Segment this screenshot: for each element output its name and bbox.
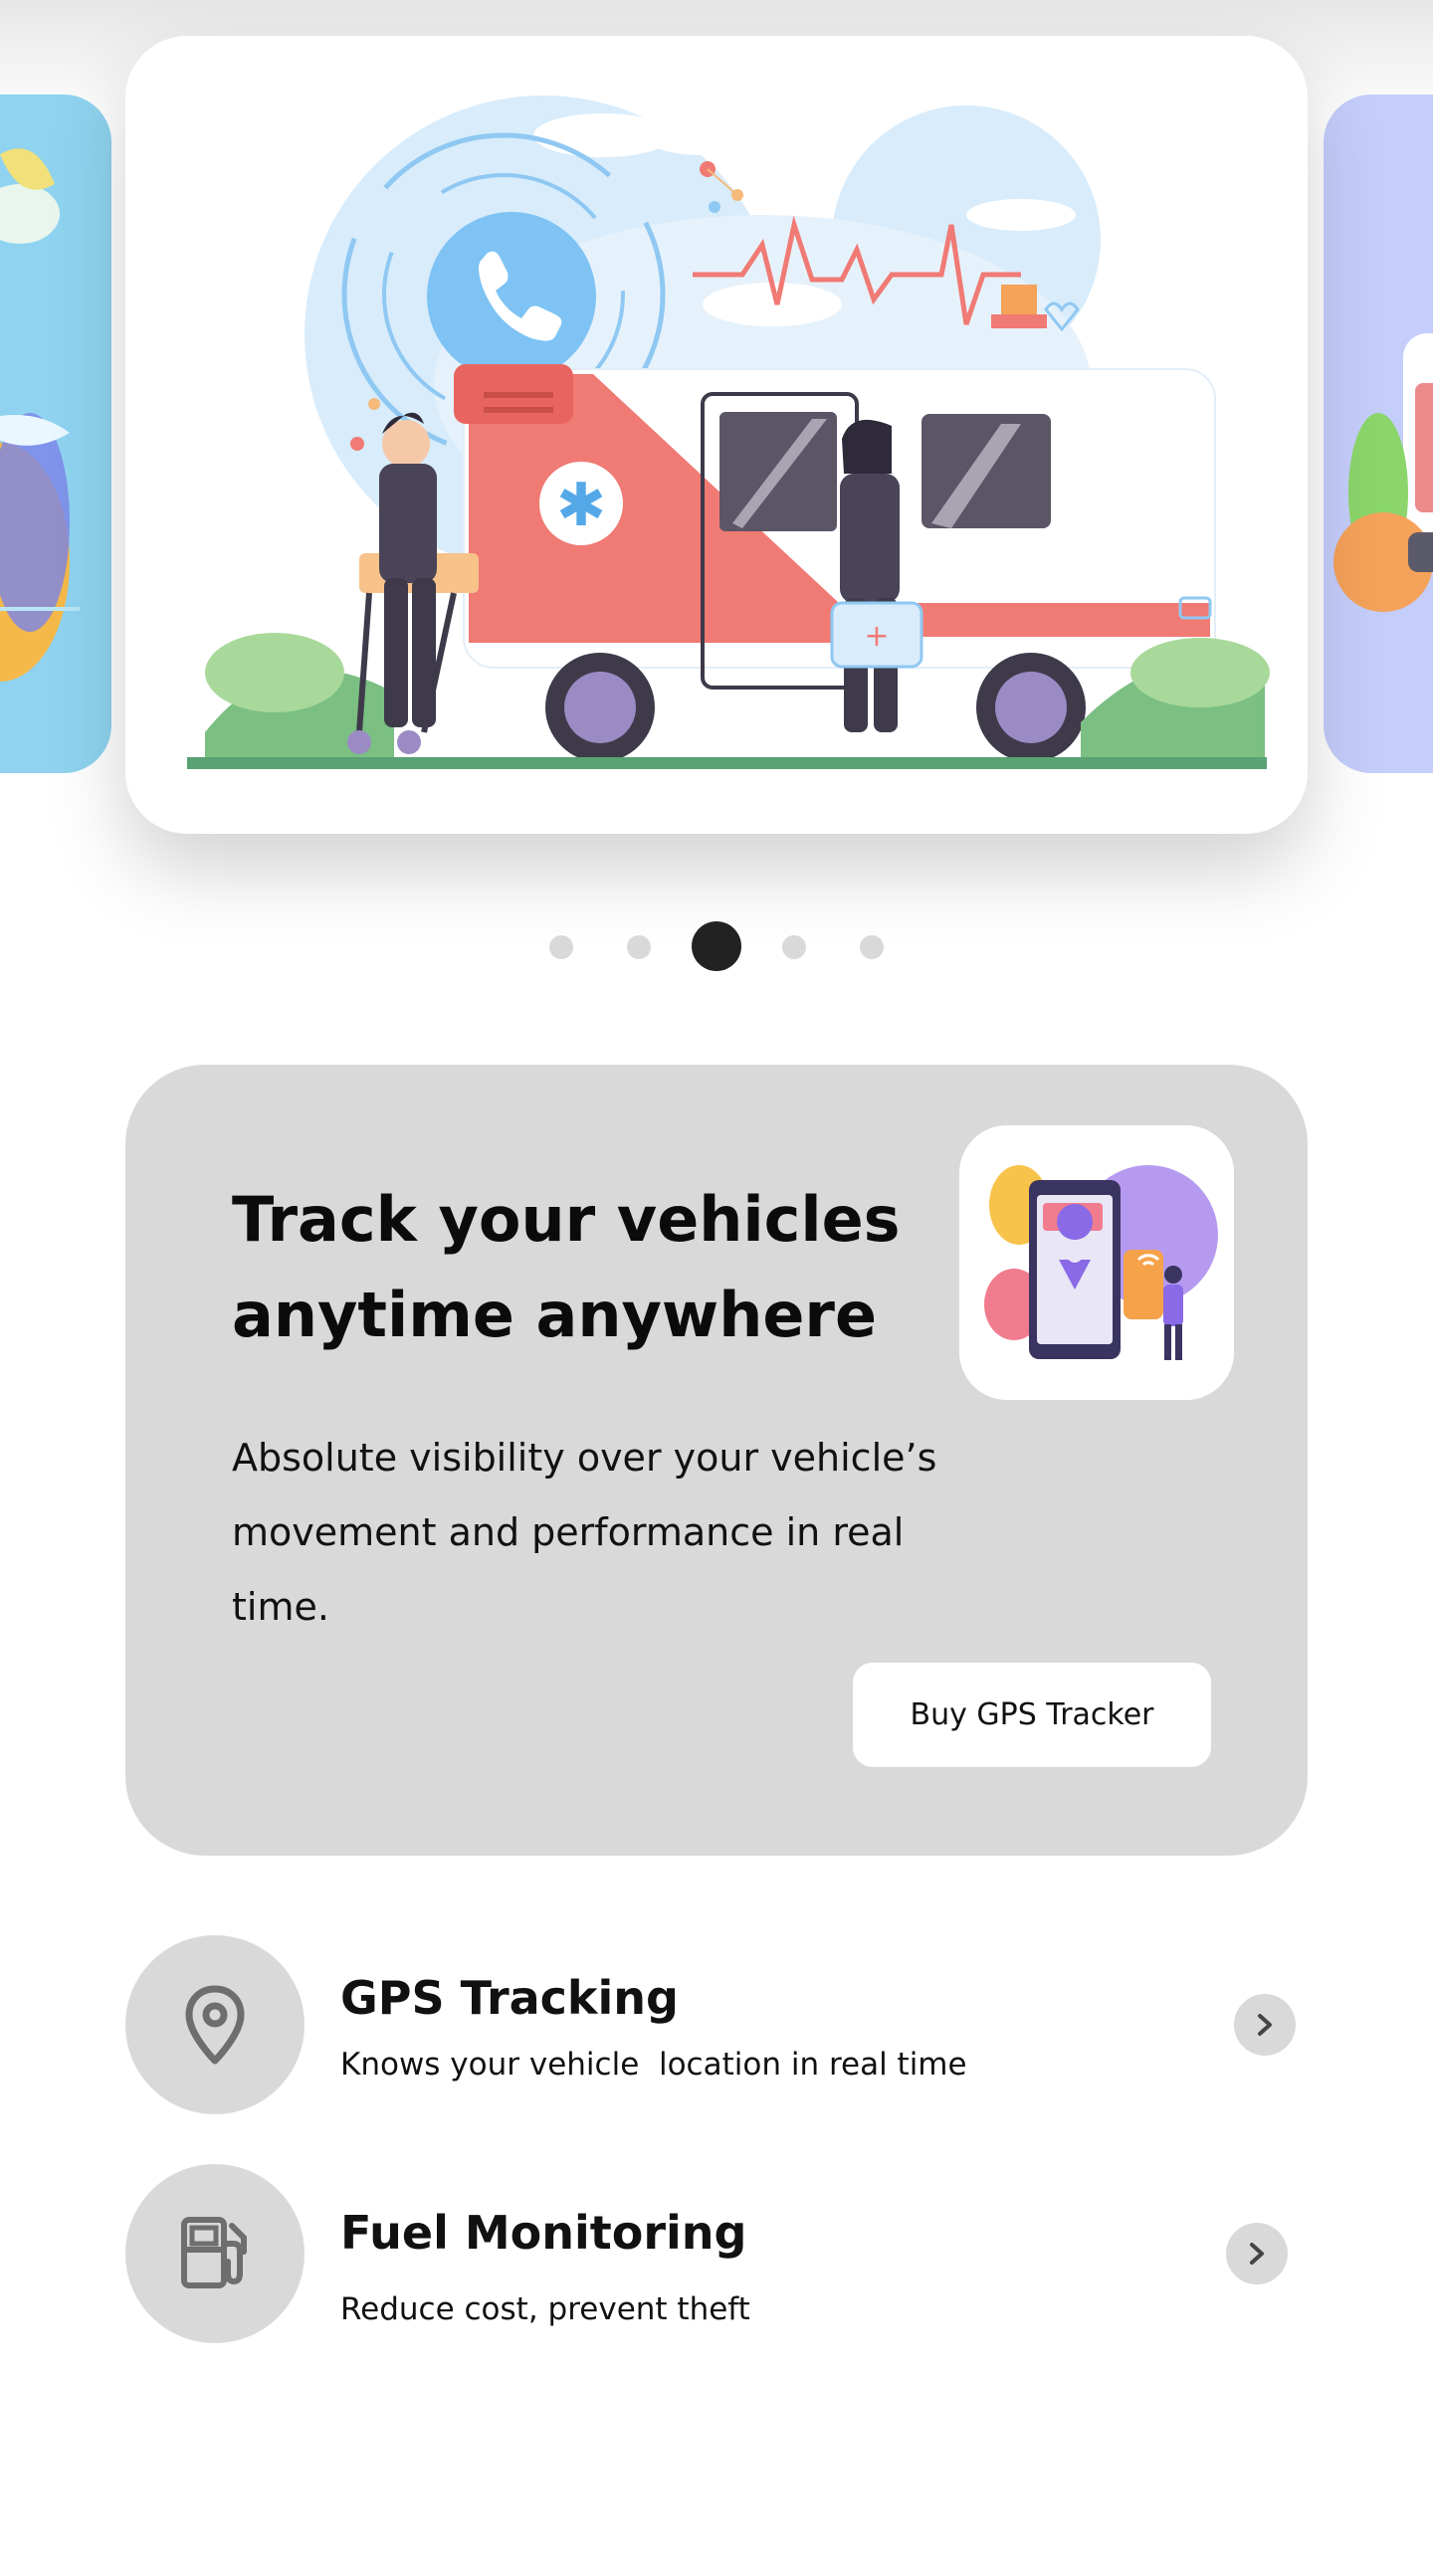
carousel-slide-previous[interactable] — [0, 95, 111, 773]
promo-description-line: time. — [232, 1585, 329, 1629]
pagination-dot-active[interactable] — [692, 921, 741, 971]
carousel-slide-next[interactable] — [1324, 95, 1433, 773]
fuel-pump-icon — [181, 2217, 247, 2288]
location-pin-icon — [185, 1985, 245, 2065]
feature-icon-circle — [125, 2164, 305, 2343]
chevron-right-icon[interactable] — [1226, 2223, 1288, 2284]
feature-item-gps-tracking[interactable]: GPS Tracking Knows your vehicle location… — [125, 1935, 1320, 2114]
gps-promo-card: Track your vehicles anytime anywhere Abs… — [125, 1065, 1308, 1856]
pagination-dot[interactable] — [782, 935, 806, 959]
ambulance-illustration: ✱ + — [187, 96, 1270, 769]
promo-title-line: anytime anywhere — [232, 1279, 878, 1351]
carousel-pagination — [0, 921, 1433, 973]
pagination-dot[interactable] — [549, 935, 573, 959]
chevron-right-icon[interactable] — [1234, 1994, 1296, 2056]
pagination-dot[interactable] — [860, 935, 884, 959]
promo-description-line: Absolute visibility over your vehicle’s — [232, 1436, 937, 1480]
plant-illustration — [0, 148, 80, 682]
promo-description-line: movement and performance in real — [232, 1510, 905, 1554]
feature-title: GPS Tracking — [340, 1971, 679, 2025]
feature-subtitle: Knows your vehicle location in real time — [340, 2047, 967, 2082]
svg-text:✱: ✱ — [556, 471, 606, 540]
feature-icon-circle — [125, 1935, 305, 2114]
feature-item-fuel-monitoring[interactable]: Fuel Monitoring Reduce cost, prevent the… — [125, 2164, 1320, 2343]
buy-gps-tracker-button[interactable]: Buy GPS Tracker — [853, 1663, 1211, 1767]
svg-text:+: + — [864, 619, 889, 654]
gps-phone-illustration — [984, 1165, 1218, 1360]
carousel-slide-active[interactable]: ✱ + — [125, 36, 1308, 834]
promo-thumbnail — [959, 1125, 1234, 1400]
pagination-dot[interactable] — [627, 935, 651, 959]
feature-title: Fuel Monitoring — [340, 2206, 747, 2260]
feature-subtitle: Reduce cost, prevent theft — [340, 2291, 750, 2327]
promo-title-line: Track your vehicles — [232, 1183, 901, 1256]
promo-description: Absolute visibility over your vehicle’s … — [232, 1421, 988, 1645]
promo-title: Track your vehicles anytime anywhere — [232, 1172, 928, 1363]
vehicle-illustration — [1333, 333, 1433, 612]
